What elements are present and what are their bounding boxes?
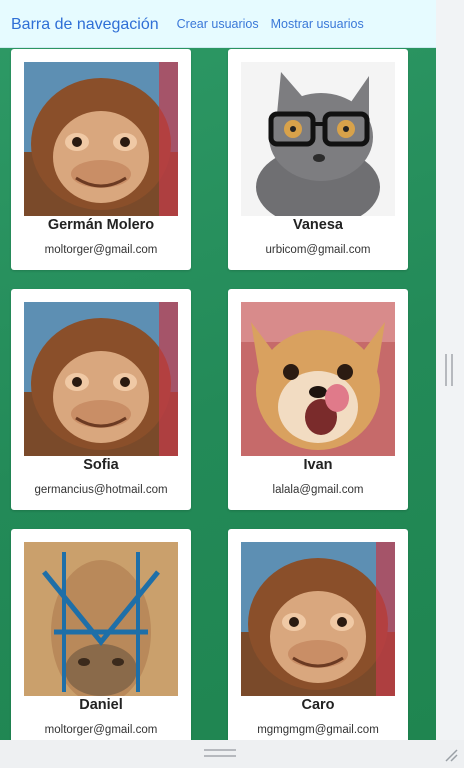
user-name: Vanesa [293,217,343,233]
user-photo-dog [241,302,395,456]
user-photo-orangutan [24,62,178,216]
nav-link-mostrar-usuarios[interactable]: Mostrar usuarios [271,17,364,31]
resize-grip-icon[interactable] [444,748,458,762]
user-name: Ivan [303,457,333,473]
user-photo-cat-with-glasses [241,62,395,216]
user-card: Caro mgmgmgm@gmail.com [228,529,408,740]
user-photo-camel [24,542,178,696]
user-email: lalala@gmail.com [272,484,364,496]
user-email: urbicom@gmail.com [265,244,371,256]
user-card: Germán Molero moltorger@gmail.com [11,49,191,270]
user-photo-orangutan [241,542,395,696]
page-viewport: Barra de navegación Crear usuarios Mostr… [0,0,436,740]
user-card: Vanesa urbicom@gmail.com [228,49,408,270]
user-name: Daniel [79,697,123,713]
user-card: Ivan lalala@gmail.com [228,289,408,510]
user-email: germancius@hotmail.com [34,484,168,496]
navbar: Barra de navegación Crear usuarios Mostr… [0,0,436,48]
navbar-brand[interactable]: Barra de navegación [11,16,159,34]
nav-link-crear-usuarios[interactable]: Crear usuarios [177,17,259,31]
user-name: Caro [301,697,335,713]
user-photo-orangutan [24,302,178,456]
user-card: Daniel moltorger@gmail.com [11,529,191,740]
horizontal-resize-handle[interactable] [204,749,236,757]
user-email: moltorger@gmail.com [44,724,158,736]
vertical-resize-handle[interactable] [445,354,453,386]
user-name: Germán Molero [47,217,155,233]
user-card: Sofia germancius@hotmail.com [11,289,191,510]
user-email: mgmgmgm@gmail.com [257,724,379,736]
user-name: Sofia [83,457,119,473]
user-email: moltorger@gmail.com [44,244,158,256]
